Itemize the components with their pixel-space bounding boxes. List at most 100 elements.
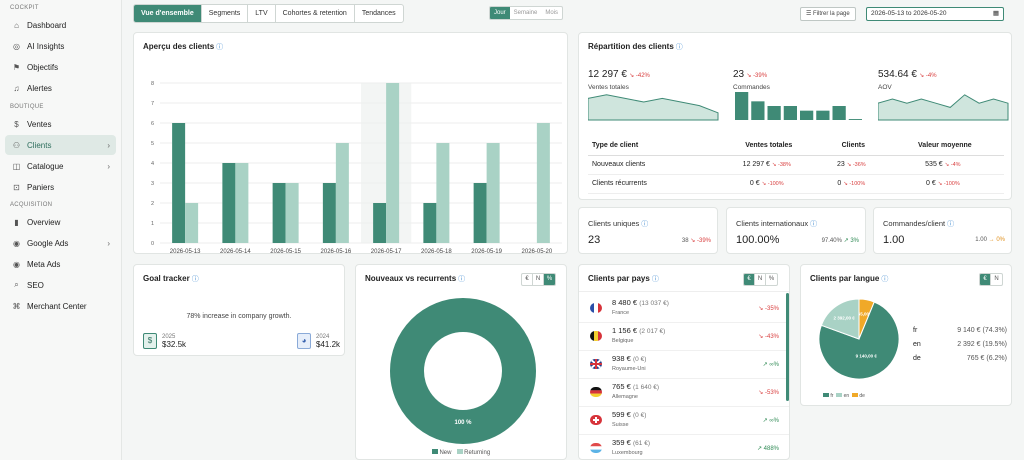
- country-prev: (2 017 €): [639, 328, 666, 335]
- chevron-right-icon: ›: [107, 161, 110, 171]
- bell-icon: ♫: [13, 83, 20, 93]
- country-delta: ↘ -43%: [758, 334, 779, 340]
- period-1[interactable]: Semaine: [510, 7, 542, 19]
- tab-0[interactable]: Vue d'ensemble: [134, 5, 202, 22]
- bar-previous: [536, 123, 550, 243]
- date-range-input[interactable]: 2026-05-13 to 2026-05-20 ▦: [866, 7, 1004, 21]
- info-icon[interactable]: ⓘ: [192, 276, 199, 283]
- country-row: 8 480 € (13 037 €) France ↘ -35%: [579, 295, 789, 323]
- table-header: Type de client: [588, 137, 713, 156]
- bar-previous: [386, 83, 400, 243]
- y-tick-label: 4: [151, 161, 154, 167]
- toggle-option[interactable]: %: [766, 274, 777, 285]
- chevron-right-icon: ›: [107, 238, 110, 248]
- info-icon[interactable]: ⓘ: [947, 221, 954, 228]
- table-header: Clients: [820, 137, 882, 156]
- toggle-option[interactable]: N: [755, 274, 766, 285]
- toggle-option[interactable]: €: [522, 274, 533, 285]
- stat-title: Clients internationaux ⓘ: [736, 219, 818, 228]
- view-tabs: Vue d'ensemble Segments LTV Cohortes & rete…: [133, 4, 404, 23]
- kpi-sparkline: [878, 94, 1009, 121]
- spark-bar: [751, 101, 765, 120]
- langue-toggle: € N: [979, 273, 1003, 286]
- repartition-card: Répartition des clients ⓘ 12 297 € ↘ -42%…: [578, 32, 1012, 200]
- country-delta: ↗ 488%: [756, 446, 779, 452]
- goal-text: 78% increase in company growth.: [186, 313, 292, 320]
- langue-card: Clients par langue ⓘ € N 765,00 €9 140,00 …: [800, 264, 1012, 406]
- toggle-option[interactable]: N: [991, 274, 1002, 285]
- country-name: Suisse: [612, 422, 629, 428]
- sidebar-item-seo[interactable]: ⌕ SEO: [5, 275, 116, 295]
- scrollbar[interactable]: [786, 293, 789, 401]
- overview-card: Aperçu des clients ⓘ 0 1 2 3 4 5 6 7 8 2026-05-13 2…: [133, 32, 568, 254]
- users-icon: ⚇: [12, 140, 21, 150]
- toggle-option[interactable]: N: [533, 274, 544, 285]
- period-0[interactable]: Jour: [490, 7, 510, 19]
- info-icon[interactable]: ⓘ: [810, 221, 817, 228]
- kpi-0: 12 297 € ↘ -42% Ventes totales: [588, 69, 728, 122]
- x-tick-label: 2026-05-17: [371, 249, 402, 253]
- sidebar-item-objectifs[interactable]: ⚑ Objectifs: [5, 57, 116, 77]
- info-icon[interactable]: ⓘ: [641, 221, 648, 228]
- country-delta: ↗ ∞%: [762, 418, 779, 424]
- y-tick-label: 6: [151, 121, 154, 127]
- pays-card: Clients par pays ⓘ € N% 8 480 € (13 037 €)…: [578, 264, 790, 460]
- period-2[interactable]: Mois: [541, 7, 562, 19]
- info-icon[interactable]: ⓘ: [676, 44, 683, 51]
- sidebar-item-label: Catalogue: [27, 161, 64, 171]
- sidebar-item-merchant-center[interactable]: ⌘ Merchant Center: [5, 296, 116, 316]
- sidebar-item-dashboard[interactable]: ⌂ Dashboard: [5, 15, 116, 35]
- tab-3[interactable]: Cohortes & retention: [276, 5, 355, 22]
- spark-bar: [735, 92, 749, 120]
- stat-title: Clients uniques ⓘ: [588, 219, 649, 228]
- spark-bar: [800, 110, 814, 120]
- tab-4[interactable]: Tendances: [355, 5, 403, 22]
- sidebar-item-overview[interactable]: ▮ Overview: [5, 212, 116, 232]
- sidebar-item-google-ads[interactable]: ◉ Google Ads ›: [5, 233, 116, 253]
- kpi-delta: ↘ -42%: [629, 73, 650, 79]
- langue-pie-chart: 765,00 €9 140,00 €2 392,00 €: [818, 298, 900, 380]
- sidebar-item-label: Clients: [27, 140, 52, 150]
- info-icon[interactable]: ⓘ: [652, 276, 659, 283]
- x-tick-label: 2026-05-16: [321, 249, 352, 253]
- country-row: 765 € (1 640 €) Allemagne ↘ -53%: [579, 379, 789, 407]
- toggle-option[interactable]: €: [980, 274, 991, 285]
- flag-icon: [590, 443, 602, 453]
- x-tick-label: 2026-05-19: [471, 249, 502, 253]
- toggle-option[interactable]: €: [744, 274, 755, 285]
- toggle-option[interactable]: %: [544, 274, 555, 285]
- info-icon[interactable]: ⓘ: [458, 276, 465, 283]
- pie-label: 9 140,00 €: [856, 353, 878, 358]
- langue-table: fr 9 140 € (74.3%) en 2 392 € (19.5%) de 765 …: [913, 327, 1007, 369]
- y-tick-label: 2: [151, 201, 154, 207]
- kpi-delta: ↘ -39%: [746, 73, 768, 79]
- sidebar-item-alertes[interactable]: ♫ Alertes: [5, 78, 116, 98]
- sidebar-item-catalogue[interactable]: ◫ Catalogue ›: [5, 156, 116, 176]
- sidebar-item-label: AI Insights: [27, 41, 65, 51]
- tab-1[interactable]: Segments: [202, 5, 249, 22]
- table-header: Valeur moyenne: [881, 137, 1004, 156]
- sidebar-item-ai-insights[interactable]: ◎ AI Insights: [5, 36, 116, 56]
- country-name: Belgique: [612, 338, 634, 344]
- sidebar-item-meta-ads[interactable]: ◉ Meta Ads: [5, 254, 116, 274]
- bar-selected: [272, 183, 286, 243]
- sidebar-item-clients[interactable]: ⚇ Clients ›: [5, 135, 116, 155]
- filter-button[interactable]: ☰ Filtrer la page: [800, 7, 856, 21]
- spark-area: [878, 94, 1009, 121]
- tab-2[interactable]: LTV: [248, 5, 276, 22]
- donut-label: 100 %: [454, 420, 472, 426]
- sidebar-item-label: SEO: [27, 280, 44, 290]
- flag-icon: [590, 303, 602, 313]
- kpi-label: Commandes: [733, 84, 770, 91]
- sidebar-item-ventes[interactable]: $ Ventes: [5, 114, 116, 134]
- client-type-table: Type de client Ventes totales Clients Valeu…: [588, 137, 1004, 194]
- y-tick-label: 3: [151, 181, 154, 187]
- kpi-label: Ventes totales: [588, 84, 629, 91]
- sidebar-item-paniers[interactable]: ⊡ Paniers: [5, 177, 116, 197]
- kpi-sparkline: [735, 92, 862, 120]
- spark-area: [588, 94, 719, 121]
- stat-compare: 97.40% ↗ 3%: [821, 238, 859, 244]
- info-icon[interactable]: ⓘ: [881, 276, 888, 283]
- kpi-value: 23: [733, 69, 745, 80]
- stat-value: 1.00: [883, 234, 905, 246]
